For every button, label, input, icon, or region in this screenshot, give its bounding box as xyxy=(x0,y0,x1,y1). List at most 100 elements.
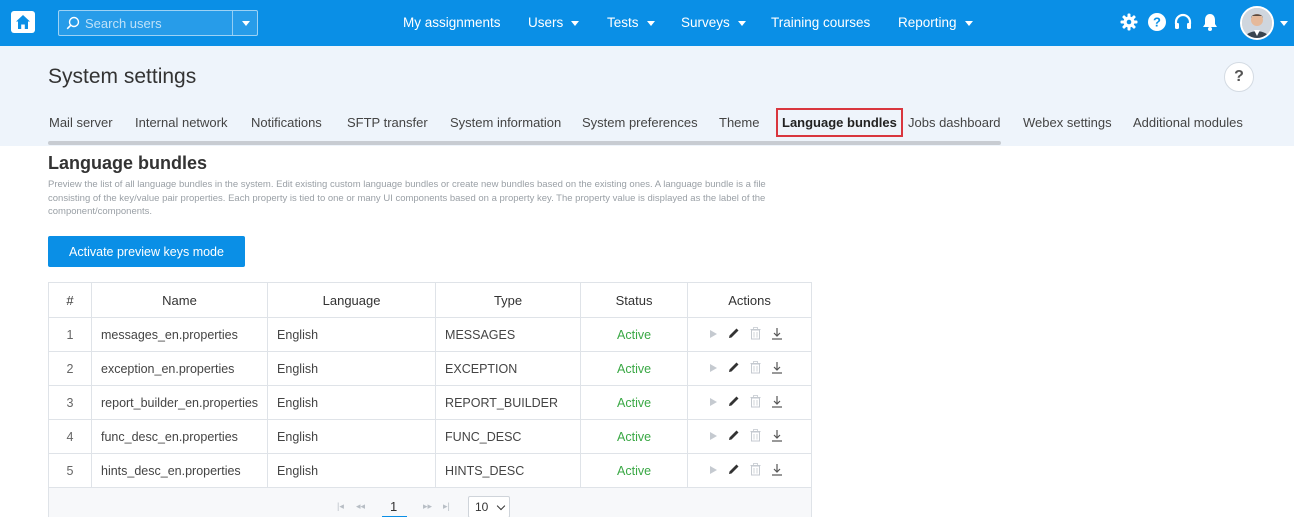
trash-icon[interactable] xyxy=(750,326,761,343)
svg-text:?: ? xyxy=(1153,15,1161,30)
nav-reporting[interactable]: Reporting xyxy=(898,15,973,30)
nav-label: Surveys xyxy=(681,15,730,30)
bundle-type: HINTS_DESC xyxy=(435,453,582,488)
column-header[interactable]: Name xyxy=(90,282,269,318)
column-header[interactable]: Status xyxy=(580,282,689,318)
download-icon[interactable] xyxy=(771,327,783,343)
download-icon[interactable] xyxy=(771,395,783,411)
chevron-down-icon xyxy=(571,20,580,26)
bundle-language: English xyxy=(267,351,437,386)
previous-page-icon[interactable]: ◂◂ xyxy=(356,501,365,512)
settings-header: System settings ? Mail server Internal n… xyxy=(0,46,1294,146)
nav-label: My assignments xyxy=(403,15,501,30)
table-row: 2 exception_en.properties English EXCEPTION… xyxy=(48,351,813,386)
column-header[interactable]: Language xyxy=(267,282,437,318)
last-page-icon[interactable]: ▸| xyxy=(443,501,450,512)
tab-system-preferences[interactable]: System preferences xyxy=(582,115,698,130)
row-actions xyxy=(687,351,813,386)
search-scope-dropdown[interactable] xyxy=(232,11,257,35)
column-header[interactable]: # xyxy=(48,282,92,318)
pagination-row: |◂ ◂◂ 1 ▸▸ ▸| 10 xyxy=(47,487,813,517)
nav-training-courses[interactable]: Training courses xyxy=(771,15,870,30)
nav-my-assignments[interactable]: My assignments xyxy=(403,15,501,30)
status-badge: Active xyxy=(580,419,689,454)
home-icon xyxy=(16,15,30,29)
user-photo-icon xyxy=(1242,8,1272,38)
nav-users[interactable]: Users xyxy=(528,15,580,30)
pencil-icon[interactable] xyxy=(728,395,740,410)
headset-icon[interactable] xyxy=(1173,12,1193,32)
tab-system-information[interactable]: System information xyxy=(450,115,561,130)
trash-icon[interactable] xyxy=(750,462,761,479)
bundle-name: hints_desc_en.properties xyxy=(90,453,269,488)
tab-theme[interactable]: Theme xyxy=(719,115,759,130)
play-icon[interactable] xyxy=(708,430,718,444)
top-navbar: My assignments Users Tests Surveys Train… xyxy=(0,0,1294,46)
bundle-type: FUNC_DESC xyxy=(435,419,582,454)
bundle-language: English xyxy=(267,385,437,420)
tab-jobs-dashboard[interactable]: Jobs dashboard xyxy=(908,115,1001,130)
chevron-down-icon xyxy=(964,20,973,26)
play-icon[interactable] xyxy=(708,464,718,478)
pencil-icon[interactable] xyxy=(728,429,740,444)
bundle-language: English xyxy=(267,317,437,352)
home-button[interactable] xyxy=(11,11,35,33)
pencil-icon[interactable] xyxy=(728,327,740,342)
row-number: 5 xyxy=(48,453,92,488)
tab-mail-server[interactable]: Mail server xyxy=(49,115,113,130)
row-number: 4 xyxy=(48,419,92,454)
activate-preview-keys-button[interactable]: Activate preview keys mode xyxy=(48,236,245,267)
play-icon[interactable] xyxy=(708,396,718,410)
trash-icon[interactable] xyxy=(750,360,761,377)
language-bundles-table: # Name Language Type Status Actions 1 mes… xyxy=(47,282,813,517)
current-page[interactable]: 1 xyxy=(390,499,397,514)
tab-language-bundles[interactable]: Language bundles xyxy=(776,108,903,137)
row-actions xyxy=(687,317,813,352)
first-page-icon[interactable]: |◂ xyxy=(337,501,344,512)
nav-tests[interactable]: Tests xyxy=(607,15,655,30)
tab-additional-modules[interactable]: Additional modules xyxy=(1133,115,1243,130)
tab-internal-network[interactable]: Internal network xyxy=(135,115,228,130)
download-icon[interactable] xyxy=(771,429,783,445)
pencil-icon[interactable] xyxy=(728,463,740,478)
page-size-value: 10 xyxy=(475,499,489,514)
status-badge: Active xyxy=(580,317,689,352)
trash-icon[interactable] xyxy=(750,428,761,445)
tab-sftp-transfer[interactable]: SFTP transfer xyxy=(347,115,428,130)
tab-webex-settings[interactable]: Webex settings xyxy=(1023,115,1112,130)
row-actions xyxy=(687,385,813,420)
avatar[interactable] xyxy=(1240,6,1274,40)
user-menu-caret[interactable] xyxy=(1280,21,1288,26)
tabs-scrollbar[interactable] xyxy=(48,141,1001,145)
bundle-type: REPORT_BUILDER xyxy=(435,385,582,420)
tab-notifications[interactable]: Notifications xyxy=(251,115,322,130)
download-icon[interactable] xyxy=(771,361,783,377)
section-description: Preview the list of all language bundles… xyxy=(48,179,766,217)
bundle-name: func_desc_en.properties xyxy=(90,419,269,454)
bundle-type: EXCEPTION xyxy=(435,351,582,386)
bell-icon[interactable] xyxy=(1200,12,1220,32)
nav-surveys[interactable]: Surveys xyxy=(681,15,746,30)
search-input[interactable] xyxy=(85,14,225,32)
help-button[interactable]: ? xyxy=(1224,62,1254,92)
pencil-icon[interactable] xyxy=(728,361,740,376)
gear-icon[interactable] xyxy=(1119,12,1139,32)
table-row: 3 report_builder_en.properties English REPO… xyxy=(48,385,813,420)
nav-label: Reporting xyxy=(898,15,957,30)
bundle-name: report_builder_en.properties xyxy=(90,385,269,420)
help-icon[interactable]: ? xyxy=(1147,12,1167,32)
download-icon[interactable] xyxy=(771,463,783,479)
next-page-icon[interactable]: ▸▸ xyxy=(423,501,432,512)
column-header[interactable]: Type xyxy=(435,282,582,318)
status-badge: Active xyxy=(580,453,689,488)
play-icon[interactable] xyxy=(708,362,718,376)
search-users-box[interactable] xyxy=(58,10,258,36)
page-size-select[interactable]: 10 xyxy=(468,495,510,517)
chevron-down-icon xyxy=(496,501,506,510)
table-row: 4 func_desc_en.properties English FUNC_DESC… xyxy=(48,419,813,454)
chevron-down-icon xyxy=(737,20,746,26)
table-header-row: # Name Language Type Status Actions xyxy=(48,282,813,318)
bundle-name: exception_en.properties xyxy=(90,351,269,386)
play-icon[interactable] xyxy=(708,328,718,342)
trash-icon[interactable] xyxy=(750,394,761,411)
